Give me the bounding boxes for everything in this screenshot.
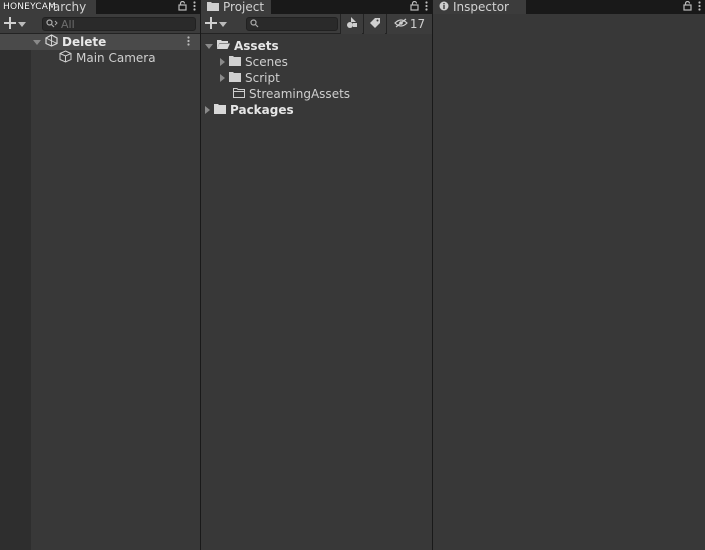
tree-item-script[interactable]: Script — [220, 70, 280, 86]
watermark-logo: HONEYCAM — [3, 2, 57, 12]
hidden-count: 17 — [409, 17, 426, 31]
project-panel: Project 17 Assets Scenes Script Streamin… — [201, 0, 432, 550]
scene-row[interactable]: Delete — [0, 34, 200, 50]
hierarchy-panel: rarchy All Delete Main Camera — [0, 0, 200, 550]
tree-label: Script — [245, 71, 280, 85]
folder-icon — [229, 55, 241, 69]
hierarchy-toolbar: All — [0, 14, 200, 34]
hierarchy-left-gutter — [0, 34, 31, 550]
gameobject-cube-icon — [59, 50, 72, 66]
search-by-label-button[interactable] — [363, 14, 385, 34]
info-icon — [439, 0, 449, 14]
hierarchy-search-input[interactable]: All — [42, 17, 196, 31]
chevron-down-icon — [18, 17, 26, 31]
expand-arrow-icon[interactable] — [205, 106, 210, 114]
more-options-icon[interactable] — [698, 0, 701, 14]
plus-icon — [4, 16, 16, 32]
shapes-icon — [346, 16, 358, 32]
tree-label: Scenes — [245, 55, 288, 69]
tab-label: Inspector — [453, 0, 509, 14]
plus-icon — [205, 16, 217, 32]
tree-label: Packages — [230, 103, 294, 117]
tab-label: Project — [223, 0, 265, 14]
lock-icon[interactable] — [178, 0, 187, 14]
tab-inspector[interactable]: Inspector — [433, 0, 526, 14]
expand-arrow-icon[interactable] — [220, 58, 225, 66]
scene-name: Delete — [62, 35, 107, 49]
folder-icon — [207, 0, 219, 14]
tree-item-packages[interactable]: Packages — [205, 102, 294, 118]
project-search-input[interactable] — [246, 17, 338, 31]
search-placeholder: All — [61, 17, 75, 31]
hidden-packages-toggle[interactable]: 17 — [386, 14, 432, 34]
tree-item-scenes[interactable]: Scenes — [220, 54, 288, 70]
eye-slash-icon — [394, 17, 408, 31]
search-by-type-button[interactable] — [340, 14, 362, 34]
tab-project[interactable]: Project — [201, 0, 271, 14]
tree-label: Assets — [234, 39, 279, 53]
open-folder-icon — [217, 39, 230, 53]
tag-icon — [369, 17, 381, 32]
list-item-main-camera[interactable]: Main Camera — [59, 50, 156, 66]
more-options-icon[interactable] — [193, 0, 196, 14]
expand-arrow-icon[interactable] — [220, 74, 225, 82]
unity-scene-icon — [45, 34, 58, 50]
search-icon — [250, 18, 259, 31]
scene-more-icon[interactable] — [187, 35, 190, 49]
tree-item-assets[interactable]: Assets — [205, 38, 279, 54]
tree-item-streamingassets[interactable]: StreamingAssets — [233, 86, 350, 102]
create-button[interactable] — [205, 16, 227, 32]
empty-folder-icon — [233, 87, 245, 101]
lock-icon[interactable] — [683, 0, 692, 14]
chevron-down-icon — [219, 17, 227, 31]
lock-icon[interactable] — [410, 0, 419, 14]
expand-arrow-icon[interactable] — [33, 39, 41, 45]
folder-icon — [229, 71, 241, 85]
inspector-tabbar: Inspector — [433, 0, 705, 14]
project-tabbar: Project — [201, 0, 432, 14]
search-icon — [46, 18, 58, 31]
tree-label: StreamingAssets — [249, 87, 351, 101]
folder-icon — [214, 103, 226, 117]
add-button[interactable] — [4, 16, 26, 32]
more-options-icon[interactable] — [425, 0, 428, 14]
expand-arrow-icon[interactable] — [205, 43, 213, 49]
item-label: Main Camera — [76, 51, 156, 65]
inspector-panel: Inspector — [433, 0, 705, 550]
